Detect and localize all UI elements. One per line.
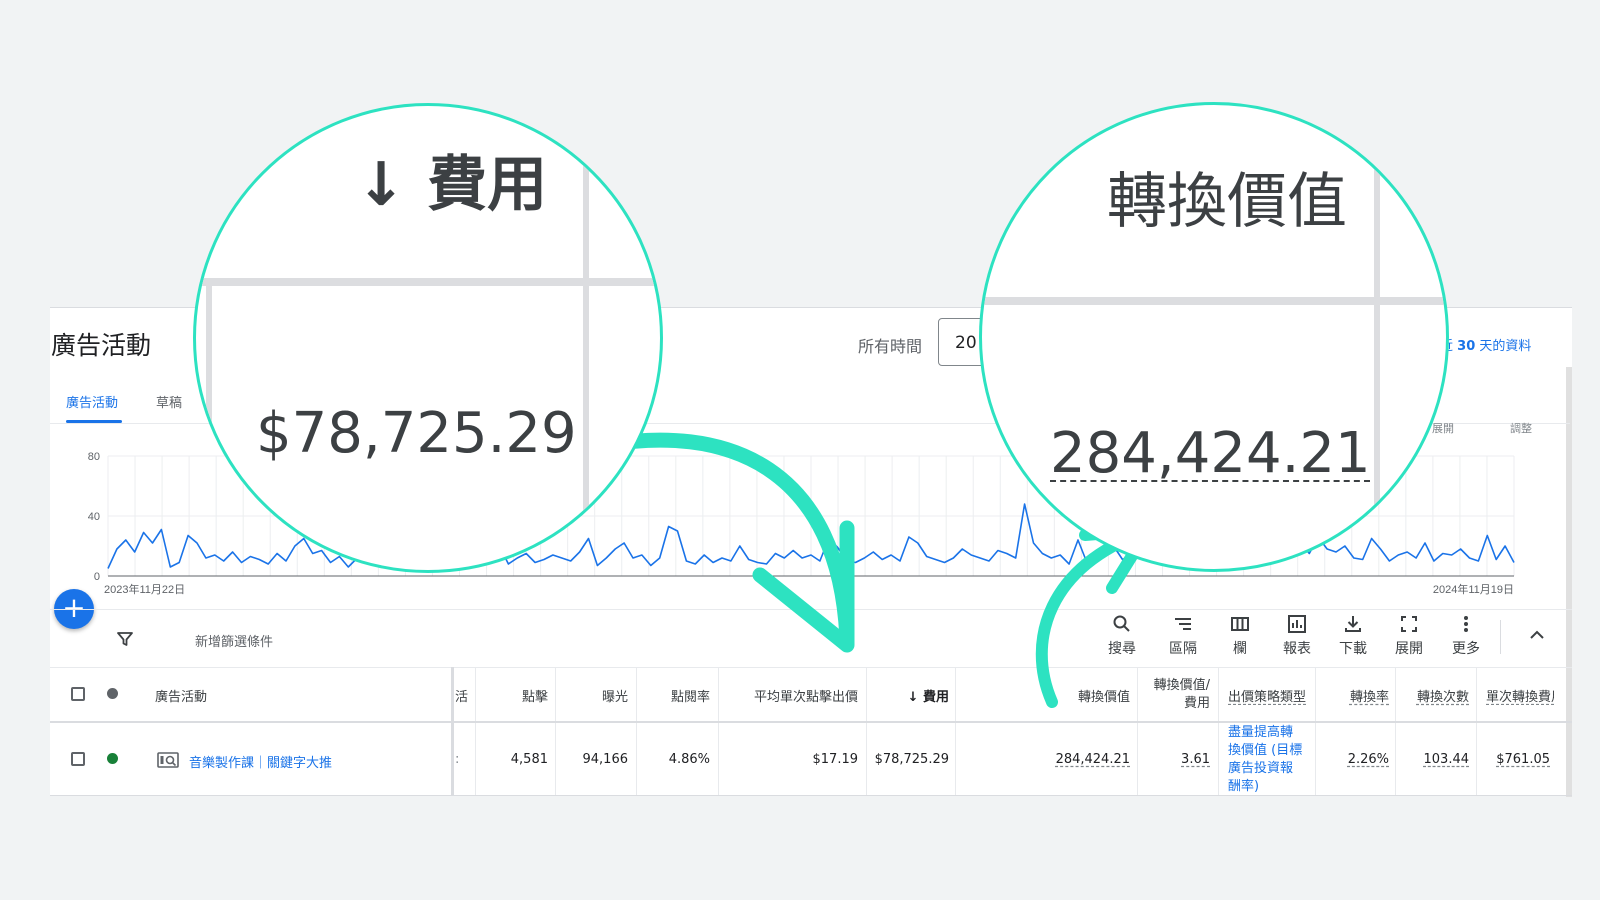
magnified-cost-value: $78,725.29	[256, 401, 577, 466]
magnified-cost-header: ↓ 費用	[356, 150, 548, 220]
magnified-row-line	[196, 278, 660, 286]
magnified-column-line	[206, 282, 212, 570]
magnifier-conv-value: 轉換價值 284,424.21	[979, 102, 1449, 572]
magnified-conv-value: 284,424.21	[1050, 421, 1371, 486]
magnified-column-line	[583, 106, 589, 570]
magnifier-cost: ↓ 費用 $78,725.29	[193, 103, 663, 573]
magnified-column-line	[1374, 105, 1380, 569]
magnified-conv-value-header: 轉換價值	[1107, 167, 1347, 237]
